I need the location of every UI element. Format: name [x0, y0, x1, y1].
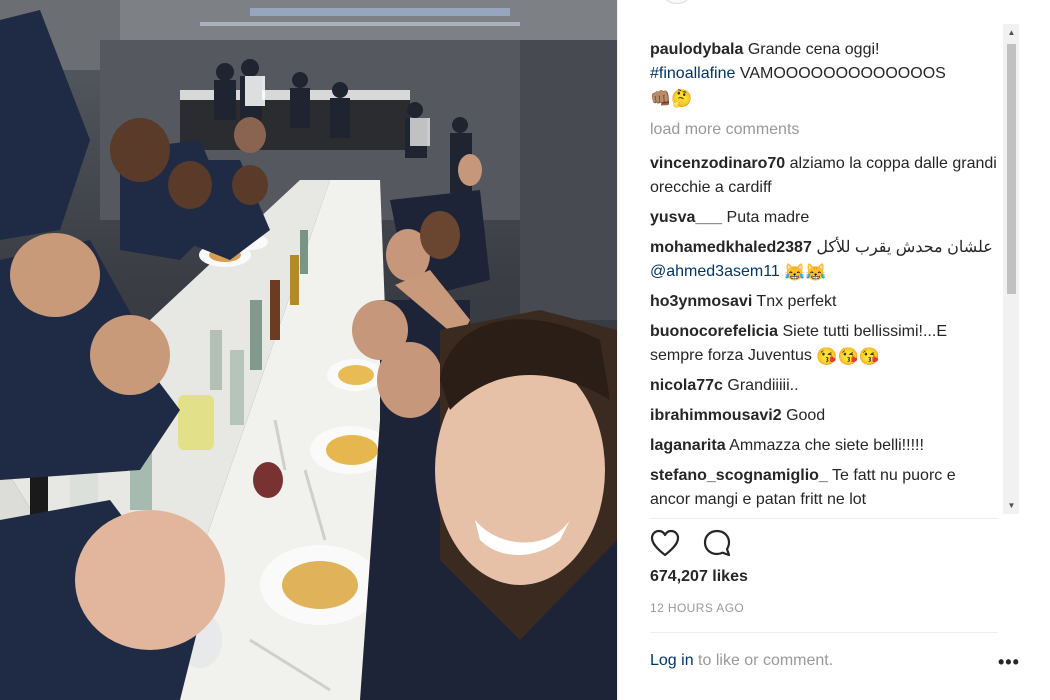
- login-link[interactable]: Log in: [650, 652, 694, 669]
- caption-emojis: 👊🏽🤔: [650, 89, 693, 108]
- comment-username[interactable]: vincenzodinaro70: [650, 155, 785, 172]
- list-item: nicola77c Grandiiiii..: [650, 374, 998, 398]
- comment-text: Tnx perfekt: [756, 293, 837, 310]
- comment-text: Ammazza che siete belli!!!!!: [729, 437, 924, 454]
- comment-username[interactable]: mohamedkhaled2387: [650, 239, 812, 256]
- list-item: buonocorefelicia Siete tutti bellissimi!…: [650, 320, 998, 368]
- comment-bubble-icon: [703, 529, 731, 557]
- list-item: laganarita Ammazza che siete belli!!!!!: [650, 434, 998, 458]
- comments-scrollbar[interactable]: ▲ ▼: [1003, 24, 1020, 514]
- list-item: mohamedkhaled2387 علشان محدش يقرب للأكل …: [650, 236, 998, 284]
- divider: [650, 632, 998, 633]
- comment-username[interactable]: yusva___: [650, 209, 722, 226]
- list-item: yusva___ Puta madre: [650, 206, 998, 230]
- comment-text: Good: [786, 407, 826, 424]
- comment-text: Grandiiiii..: [727, 377, 799, 394]
- comment-username[interactable]: ibrahimmousavi2: [650, 407, 782, 424]
- list-item: vincenzodinaro70 alziamo la coppa dalle …: [650, 152, 998, 200]
- post-photo[interactable]: [0, 0, 617, 700]
- comment-emojis: 😹😹: [784, 263, 827, 282]
- likes-count[interactable]: 674,207 likes: [650, 568, 748, 586]
- load-more-comments-link[interactable]: load more comments: [650, 118, 998, 142]
- group-selfie-photo: [0, 0, 617, 700]
- like-button[interactable]: [648, 526, 682, 560]
- page-margin: [1019, 0, 1050, 700]
- divider: [650, 518, 998, 519]
- post-details-panel: paulodybala Grande cena oggi! #finoallaf…: [617, 0, 1020, 700]
- scrollbar-thumb[interactable]: [1007, 44, 1016, 294]
- heart-icon: [650, 529, 680, 557]
- post-caption: paulodybala Grande cena oggi! #finoallaf…: [650, 38, 998, 110]
- comment-username[interactable]: stefano_scognamiglio_: [650, 467, 828, 484]
- caption-shout: VAMOOOOOOOOOOOOOS: [739, 65, 946, 82]
- comment-username[interactable]: nicola77c: [650, 377, 723, 394]
- comment-text: Puta madre: [726, 209, 810, 226]
- caption-hashtag[interactable]: #finoallafine: [650, 65, 735, 82]
- post-timestamp[interactable]: 12 HOURS AGO: [650, 601, 744, 615]
- caption-username[interactable]: paulodybala: [650, 41, 743, 58]
- comment-button[interactable]: [700, 526, 734, 560]
- scroll-down-icon[interactable]: ▼: [1003, 497, 1020, 514]
- list-item: stefano_scognamiglio_ Te fatt nu puorc e…: [650, 464, 998, 512]
- comment-username[interactable]: ho3ynmosavi: [650, 293, 752, 310]
- comment-mention[interactable]: @ahmed3asem11: [650, 263, 780, 280]
- list-item: ho3ynmosavi Tnx perfekt: [650, 290, 998, 314]
- comment-username[interactable]: buonocorefelicia: [650, 323, 778, 340]
- comment-username[interactable]: laganarita: [650, 437, 726, 454]
- login-prompt-text: to like or comment.: [693, 652, 834, 669]
- comment-emojis: 😘😘😘: [816, 347, 880, 366]
- comment-text: علشان محدش يقرب للأكل: [816, 239, 993, 256]
- caption-text: Grande cena oggi!: [747, 41, 880, 58]
- more-options-button[interactable]: •••: [998, 652, 1020, 673]
- post-actions: [648, 526, 734, 558]
- avatar[interactable]: [664, 0, 690, 4]
- login-prompt: Log in to like or comment.: [650, 652, 833, 670]
- scroll-up-icon[interactable]: ▲: [1003, 24, 1020, 41]
- list-item: ibrahimmousavi2 Good: [650, 404, 998, 428]
- comments-list[interactable]: paulodybala Grande cena oggi! #finoallaf…: [650, 38, 998, 512]
